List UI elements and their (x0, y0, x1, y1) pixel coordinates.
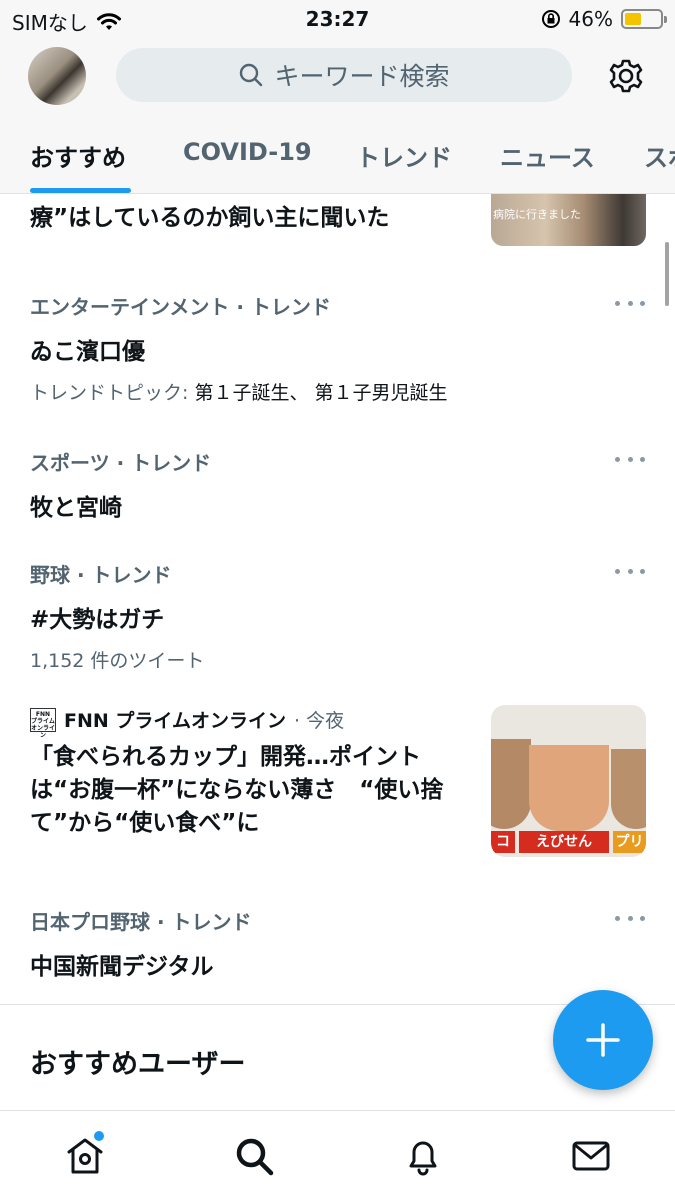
search-input[interactable]: キーワード検索 (116, 48, 572, 102)
active-tab-indicator (30, 188, 131, 193)
notification-dot (94, 1131, 104, 1141)
news-thumbnail[interactable]: コ えびせん プリ (491, 705, 646, 857)
news-headline-partial[interactable]: 療”はしているのか飼い主に聞いた (30, 198, 389, 232)
search-icon[interactable] (233, 1135, 275, 1177)
fnn-logo: FNN プライム オンライン (30, 707, 56, 739)
news-time: · 今夜 (294, 710, 345, 732)
trend-item[interactable]: エンターテインメント · トレンド ゐこ濱口優 トレンドトピック: 第１子誕生、… (30, 291, 630, 405)
more-options-icon[interactable] (615, 913, 645, 923)
battery-level (625, 13, 641, 25)
battery-percent: 46% (568, 7, 613, 31)
trend-item[interactable]: 野球 · トレンド #大勢はガチ 1,152 件のツイート (30, 559, 630, 673)
bottom-nav (0, 1110, 675, 1200)
home-icon[interactable] (64, 1135, 106, 1177)
thumb-banner: コ (491, 831, 515, 853)
search-placeholder: キーワード検索 (274, 62, 450, 91)
more-options-icon[interactable] (615, 566, 645, 576)
cup-image (491, 739, 531, 829)
trend-topics: トレンドトピック: 第１子誕生、 第１子男児誕生 (30, 382, 448, 404)
news-thumbnail[interactable]: 病院に行きました (491, 194, 646, 246)
tab-news[interactable]: ニュース (500, 138, 595, 173)
trend-name: 牧と宮崎 (30, 495, 122, 521)
avatar[interactable] (28, 47, 86, 105)
section-title: おすすめユーザー (30, 1049, 246, 1080)
mail-icon[interactable] (570, 1135, 612, 1177)
trend-category: 野球 · トレンド (30, 563, 172, 587)
explore-feed: 療”はしているのか飼い主に聞いた 病院に行きました エンターテインメント · ト… (0, 194, 675, 1110)
trend-category: 日本プロ野球 · トレンド (30, 910, 252, 934)
news-item[interactable]: FNN プライム オンライン FNN プライムオンライン · 今夜 「食べられるカッ… (30, 706, 470, 840)
trend-name: ゐこ濱口優 (30, 339, 145, 365)
news-source: FNN プライムオンライン (64, 710, 287, 732)
more-options-icon[interactable] (615, 298, 645, 308)
trend-category: エンターテインメント · トレンド (30, 295, 331, 319)
thumbnail-caption: 病院に行きました (493, 208, 581, 221)
trend-name: #大勢はガチ (30, 607, 165, 633)
trend-item[interactable]: 日本プロ野球 · トレンド 中国新聞デジタル (30, 906, 630, 981)
cup-image (529, 745, 609, 831)
scrollbar[interactable] (665, 242, 669, 306)
gear-icon[interactable] (607, 57, 645, 95)
tweet-count: 1,152 件のツイート (30, 650, 205, 672)
thumb-banner: えびせん (519, 831, 609, 853)
compose-button[interactable] (553, 990, 653, 1090)
thumb-banner: プリ (613, 831, 646, 853)
cup-image (611, 749, 646, 829)
trend-item[interactable]: スポーツ · トレンド 牧と宮崎 (30, 447, 630, 522)
tab-covid19[interactable]: COVID-19 (183, 138, 312, 166)
header: キーワード検索 (0, 38, 675, 114)
bell-icon[interactable] (402, 1135, 444, 1177)
tab-sports[interactable]: スポ (644, 138, 675, 173)
search-icon (240, 63, 263, 87)
explore-tabs: おすすめ COVID-19 トレンド ニュース スポ (0, 114, 675, 194)
orientation-lock-icon (541, 10, 560, 28)
more-options-icon[interactable] (615, 454, 645, 464)
battery-icon (621, 9, 667, 29)
status-bar: SIMなし 23:27 46% (0, 0, 675, 38)
news-headline: 「食べられるカップ」開発…ポイントは“お腹一杯”にならない薄さ “使い捨て”から… (30, 744, 444, 836)
tab-trends[interactable]: トレンド (356, 138, 452, 173)
tab-recommended[interactable]: おすすめ (30, 138, 126, 173)
trend-category: スポーツ · トレンド (30, 451, 212, 475)
plus-icon (586, 1023, 620, 1057)
trend-name: 中国新聞デジタル (30, 954, 214, 980)
